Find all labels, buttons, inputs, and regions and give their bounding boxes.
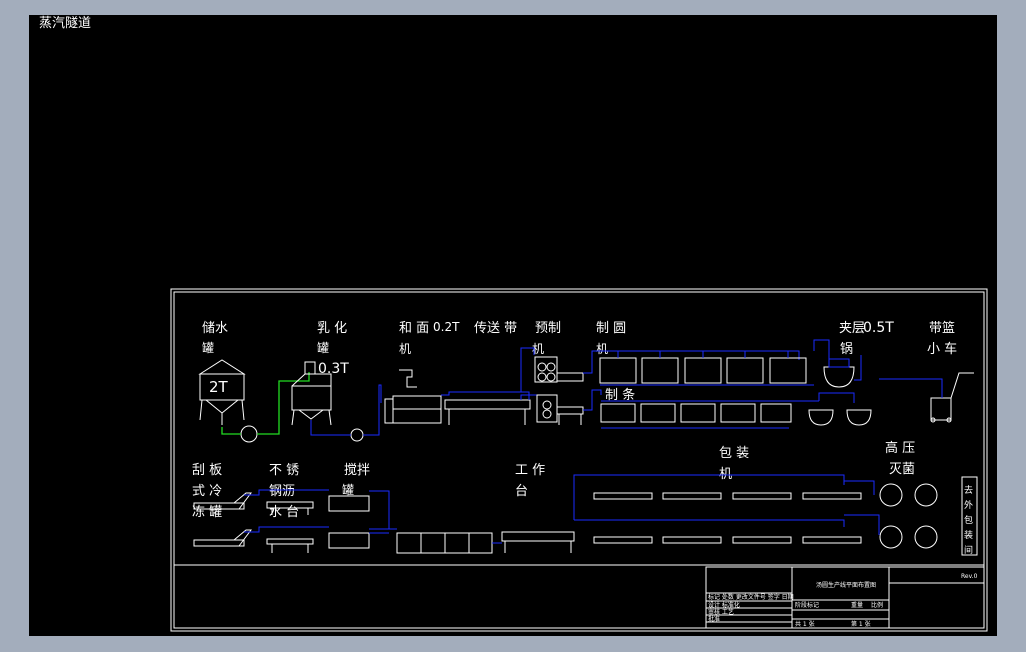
drawing-canvas[interactable]: 蒸汽隧道 储水 罐 乳 化 罐 0.3T 和 面 0.2T 机 传送 带 预制 … [29,15,997,636]
label-outer-pack-4: 间 [964,544,973,556]
title-block-stage: 阶段标记 [795,601,819,609]
mixer-machine [384,369,442,424]
cooker-tunnel [396,532,493,554]
title-block-scale: 比例 [871,601,883,609]
workbench [501,531,575,553]
title-block-sheet: 共 1 张 [795,620,815,628]
title-block-weight: 重量 [851,601,863,609]
water-pump-icon [240,425,258,443]
title-block-rev: Rev.0 [961,573,978,580]
packaging-machines [593,492,862,544]
packaging-pipes [844,480,880,535]
label-outer-pack-0: 去 [964,484,973,496]
label-outer-pack-2: 包 [964,514,973,526]
label-jacket-pot-2: 锅 [840,341,853,357]
strip-machines [600,403,792,423]
label-emulsify-2: 罐 [317,341,329,355]
frame-inner [173,291,985,629]
label-packaging: 包 装 [719,446,749,461]
label-workbench: 工 作 [515,463,545,478]
label-stainless-3: 水 台 [269,505,299,520]
rounder-machines [599,357,807,384]
conveyor-belt [444,399,531,425]
emulsify-pump-icon [350,428,364,442]
title-block-sheet-2: 第 1 张 [851,620,871,628]
label-outer-pack-1: 外 [964,499,973,511]
rounder-pipes [600,351,814,386]
title-block-drawing-title: 汤圆生产线平面布置图 [816,581,876,589]
label-conveyor: 传送 带 [474,321,517,336]
label-stainless-2: 钢沥 [269,484,295,499]
label-sterilize-2: 灭菌 [889,462,915,477]
label-emulsify-capacity: 0.3T [318,361,349,377]
label-outer-pack-3: 装 [964,529,973,541]
premake-machine-1 [534,356,584,383]
label-rounder: 制 圆 [596,321,626,336]
label-basket-cart-2: 小 车 [927,341,957,357]
premake-machine-2 [536,394,584,425]
frame-outer [170,288,988,632]
jacket-pot-2 [808,409,834,426]
label-scraper: 刮 板 [192,463,222,478]
storage-tank-2t: 2T [198,359,246,425]
label-storage-tank-2: 罐 [202,341,214,355]
steam-tunnel-title: 蒸汽隧道 [39,15,91,31]
tank-capacity-label: 2T [209,378,229,396]
label-jacket-capacity: 0.5T [863,320,894,336]
title-block-row4: 批准 [708,615,720,623]
label-premake: 预制 [535,321,561,336]
label-emulsify: 乳 化 [317,321,347,336]
emulsify-pipe [363,384,382,436]
label-basket-cart: 带篮 [929,321,955,336]
label-stirring-2: 罐 [342,483,354,497]
label-mixer-2: 机 [399,342,411,356]
jacket-pot-1 [823,358,855,388]
jacket-pot-3 [846,409,872,426]
label-mixer-capacity: 0.2T [433,320,460,334]
label-scraper-3: 冻 罐 [192,504,222,520]
label-stainless: 不 锈 [269,463,299,478]
label-workbench-2: 台 [515,484,528,499]
strip-pipes [601,400,819,429]
sterilizers [879,483,938,549]
basket-cart [930,372,974,423]
water-pipe-2 [257,372,310,435]
label-scraper-2: 式 冷 [192,484,222,499]
label-rounder-2: 机 [596,342,608,356]
cad-drawing: 蒸汽隧道 储水 罐 乳 化 罐 0.3T 和 面 0.2T 机 传送 带 预制 … [39,15,988,632]
stirring-tanks [328,495,370,549]
label-mixer: 和 面 [399,321,429,336]
label-stirring: 搅拌 [344,462,370,478]
title-block-row1: 标记 处数 更改文件号 签字 日期 [708,593,794,601]
label-sterilize: 高 压 [885,440,915,456]
title-block-row2: 设计 标准化 [708,601,740,609]
label-jacket-pot: 夹层 [839,321,865,336]
title-block-row3: 审核 工艺 [708,608,734,616]
water-pipe-1 [221,427,241,435]
bottom-left-pipes [244,489,397,534]
label-storage-tank: 储水 [202,321,228,336]
